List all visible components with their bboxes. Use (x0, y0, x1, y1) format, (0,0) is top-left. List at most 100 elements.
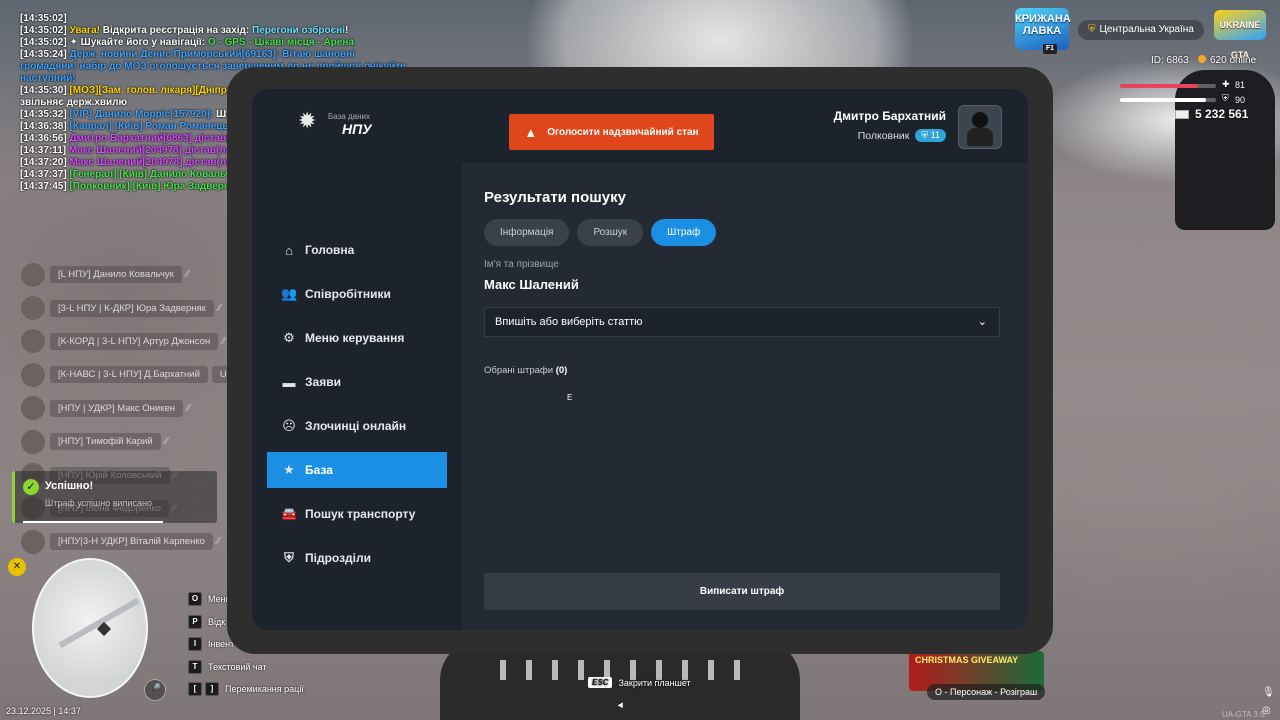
minimap (32, 558, 148, 698)
sidebar-item-users[interactable]: 👥 Співробітники (267, 276, 447, 312)
key-hint: [] Перемикання рації (188, 678, 304, 701)
users-icon: 👥 (281, 286, 298, 301)
sidebar-item-star[interactable]: ★ База (267, 452, 447, 488)
sidebar-item-criminal[interactable]: ☹ Злочинці онлайн (267, 408, 447, 444)
esc-key: ESC (588, 677, 613, 688)
player-name: [НПУ|3-Н УДКР] Віталій Карпенко (50, 533, 213, 551)
chat-time: [14:36:38] (20, 121, 67, 132)
giveaway-hint: O - Персонаж - Розіграш (927, 684, 1046, 700)
sidebar-item-folder[interactable]: ▬ Заяви (267, 364, 447, 400)
main-content: ▲ Оголосити надзвичайний стан Дмитро Бар… (462, 89, 1028, 630)
success-toast: ✓ Успішно! Штраф успішно виписано (12, 471, 217, 523)
muted-mic-icon: ⁄⁄ (216, 536, 221, 548)
sidebar-item-label: Підрозділи (305, 551, 371, 565)
chat-text: Відкрита реєстрація на захід: (102, 25, 253, 36)
muted-mic-icon: ⁄⁄ (164, 436, 169, 448)
giveaway-text: - Персонаж - Розіграш (944, 687, 1038, 697)
corner-icons: 🎙 ◎ (1262, 684, 1275, 720)
topbar: ▲ Оголосити надзвичайний стан Дмитро Бар… (462, 89, 1028, 163)
sidebar-item-label: Головна (305, 243, 355, 257)
ammo-icon: ✕ (8, 558, 26, 576)
sidebar-item-label: Меню керування (305, 331, 405, 345)
money-value: 5 232 561 (1195, 107, 1249, 121)
tab-0[interactable]: Інформація (484, 219, 570, 246)
key-cap: P (188, 614, 202, 629)
player-name: [НПУ | УДКР] Макс Оникен (50, 399, 183, 417)
player-avatar (20, 528, 46, 555)
star-icon: ★ (283, 462, 295, 477)
chat-time: [14:37:11] (20, 145, 67, 156)
chat-text: O - GPS - Цікаві місця - Арена (207, 37, 354, 48)
close-tablet-label: Закрити планшет (618, 677, 691, 688)
tab-2[interactable]: Штраф (651, 219, 717, 246)
article-select[interactable]: Впишіть або виберіть статтю ⌄ (484, 307, 1000, 337)
check-icon: ✓ (23, 479, 39, 495)
chat-time: [14:37:45] (20, 181, 67, 192)
sidebar: ✹ База даних НПУ ⌂ Головна 👥 Співробітники ⚙… (252, 89, 462, 630)
player-avatar (20, 395, 46, 422)
chat-time: [14:35:02] (20, 37, 67, 48)
chosen-fines: Обрані штрафи (0) (484, 365, 567, 376)
toast-message: Штраф успішно виписано (45, 498, 152, 508)
sidebar-item-home[interactable]: ⌂ Головна (267, 232, 447, 268)
event-logo-text: КРИЖАНА ЛАВКА (1015, 13, 1071, 37)
chat-text: ✦ Шукайте його у навігації: (66, 37, 208, 48)
sidebar-item-label: Заяви (305, 375, 341, 389)
chat-line: [14:35:02] ✦ Шукайте його у навігації: O… (20, 37, 410, 49)
close-tablet-hint: ESC Закрити планшет (588, 677, 691, 688)
sidebar-item-label: Злочинці онлайн (305, 419, 407, 433)
interaction-key-hint: E (567, 393, 573, 402)
chat-text: Перегони озброєні (252, 25, 345, 36)
armor-value: 90 (1235, 95, 1246, 105)
key-hint-label: Відк (208, 616, 226, 627)
health-icon: ✚ (1222, 79, 1230, 89)
sidebar-item-label: Пошук транспорту (305, 507, 416, 521)
online-icon (1198, 55, 1206, 63)
player-avatar (20, 361, 46, 388)
issue-fine-button[interactable]: Виписати штраф (484, 573, 1000, 610)
armor-bar (1120, 98, 1207, 102)
person-name: Макс Шалений (484, 277, 579, 292)
version: UA-GTA 3.5 (1222, 710, 1265, 719)
user-name: Дмитро Бархатний (833, 109, 946, 123)
money: 5 232 561 (1175, 107, 1248, 121)
player-avatar (20, 428, 46, 455)
datetime: 23.12.2025 | 14:37 (6, 706, 81, 716)
mic-status-icon: 🎙 (1262, 687, 1275, 698)
sidebar-item-gear[interactable]: ⚙ Меню керування (267, 320, 447, 356)
microphone-icon[interactable]: 🎤 (144, 679, 166, 701)
brand-title: НПУ (342, 121, 372, 137)
user-rank: Полковник ⛨ 11 (858, 129, 946, 142)
car-icon: 🚘 (281, 506, 298, 521)
tab-1[interactable]: Розшук (577, 219, 644, 246)
armor-icon: ⛨ (1222, 93, 1229, 103)
chat-time: [14:35:02] (20, 13, 67, 24)
chevron-down-icon: ⌄ (977, 316, 987, 328)
sidebar-item-label: База (305, 463, 333, 477)
player-avatar (20, 295, 46, 322)
avatar[interactable] (958, 105, 1002, 149)
server-name-text: Центральна Україна (1099, 24, 1194, 35)
online-count: 620 online (1198, 55, 1256, 66)
avatar-body (967, 128, 993, 146)
key-cap: I (188, 637, 202, 652)
sidebar-item-shield[interactable]: ⛨ Підрозділи (267, 540, 447, 576)
chat-text: Увага! (66, 25, 103, 36)
player-id: ID: 6863 (1151, 55, 1189, 66)
minimap-road (58, 597, 140, 649)
muted-mic-icon: ⁄⁄ (187, 402, 191, 414)
sidebar-nav: ⌂ Головна 👥 Співробітники ⚙ Меню керування ▬ За… (267, 232, 447, 584)
emergency-button[interactable]: ▲ Оголосити надзвичайний стан (509, 114, 714, 150)
player-name: [НПУ] Тимофій Карий (50, 433, 161, 451)
chat-line: [14:35:02] Увага! Відкрита реєстрація на… (20, 25, 410, 37)
home-icon: ⌂ (285, 242, 293, 258)
toast-title: Успішно! (45, 480, 94, 492)
server-name: ⛨ Центральна Україна (1078, 20, 1204, 40)
server-shield-icon: ⛨ (1088, 24, 1096, 35)
page-title: Результати пошуку (484, 189, 626, 206)
cash-icon (1175, 110, 1189, 120)
chat-text: [VIP] Данило Морріс[157920]: (66, 109, 214, 120)
game-logo: UKRAINE GTA (1214, 10, 1266, 60)
sidebar-item-car[interactable]: 🚘 Пошук транспорту (267, 496, 447, 532)
article-select-placeholder: Впишіть або виберіть статтю (495, 316, 643, 328)
